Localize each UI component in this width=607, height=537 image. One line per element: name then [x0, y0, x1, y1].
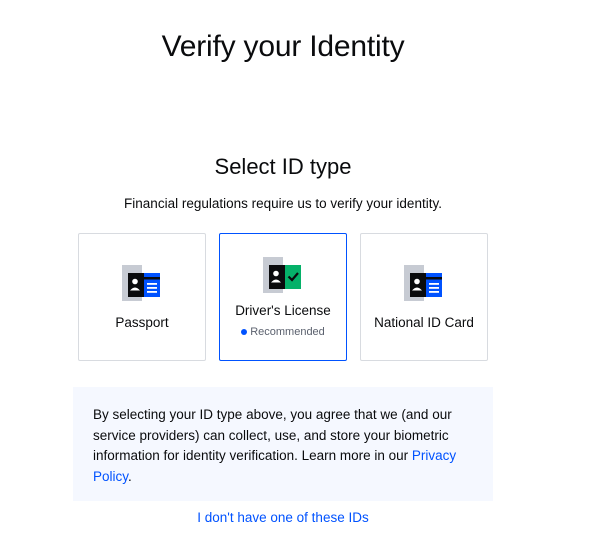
national-id-label: National ID Card [374, 314, 474, 330]
recommended-badge: Recommended [241, 326, 325, 338]
no-id-link[interactable]: I don't have one of these IDs [0, 510, 566, 525]
passport-label: Passport [115, 314, 169, 330]
id-type-options: Passport Driver's License Recommended Na… [78, 233, 488, 361]
national-id-option[interactable]: National ID Card [360, 233, 488, 361]
page-title: Verify your Identity [161, 30, 405, 63]
badge-dot-icon [241, 328, 248, 335]
biometric-consent-notice: By selecting your ID type above, you agr… [73, 387, 493, 501]
subtitle: Financial regulations require us to veri… [124, 196, 442, 211]
notice-text: By selecting your ID type above, you agr… [93, 407, 452, 463]
national-id-icon [404, 264, 442, 301]
drivers-license-label: Driver's License [235, 302, 331, 318]
recommended-badge-label: Recommended [250, 325, 325, 338]
section-title: Select ID type [214, 154, 352, 179]
notice-suffix: . [128, 468, 132, 484]
drivers-license-option[interactable]: Driver's License Recommended [219, 233, 347, 361]
drivers-license-icon [263, 256, 301, 293]
passport-option[interactable]: Passport [78, 233, 206, 361]
passport-icon [122, 264, 160, 301]
